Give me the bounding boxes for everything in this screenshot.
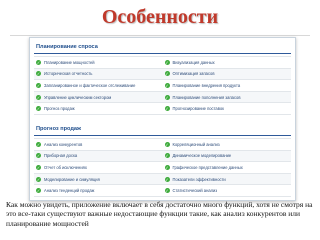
feature-item: ✓ Отчет об исключениях bbox=[34, 162, 163, 173]
feature-label: Моделирование и симуляция bbox=[44, 176, 100, 182]
forecasting-list: ✓ Анализ конкурентов ✓ Корреляционный анали… bbox=[34, 138, 291, 197]
title-divider bbox=[10, 35, 310, 36]
feature-label: Анализ конкурентов bbox=[44, 141, 83, 147]
feature-item: ✓ Историческая отчетность bbox=[34, 68, 163, 80]
feature-item: ✓ Графическое представление данных bbox=[163, 162, 292, 173]
feature-item: ✓ Планирование внедрения продукта bbox=[163, 80, 292, 91]
feature-row: ✓ Моделирование и симуляция ✓ Показатели эф… bbox=[34, 173, 291, 186]
feature-row: ✓ Отчет об исключениях ✓ Графическое предст… bbox=[34, 162, 291, 174]
feature-item: ✓ Управление циклическим сектором bbox=[34, 91, 163, 103]
feature-item: ✓ Визуализация данных bbox=[163, 57, 292, 68]
feature-label: Прогноз продаж bbox=[44, 106, 75, 112]
check-circle-icon: ✓ bbox=[36, 176, 41, 182]
check-circle-icon: ✓ bbox=[164, 164, 170, 170]
feature-label: Показатели эффективности bbox=[172, 176, 226, 182]
forecasting-divider bbox=[34, 135, 291, 136]
check-circle-icon: ✓ bbox=[164, 82, 170, 88]
feature-label: Анализ тенденций продаж bbox=[44, 188, 95, 194]
feature-label: Управление циклическим сектором bbox=[44, 94, 112, 100]
check-circle-icon: ✓ bbox=[164, 188, 170, 194]
feature-label: Прогнозирование поставок bbox=[172, 106, 224, 112]
feature-item: ✓ Прогнозирование поставок bbox=[163, 103, 292, 114]
demand-planning-divider bbox=[34, 53, 291, 54]
feature-item: ✓ Оптимизация запасов bbox=[162, 68, 291, 80]
feature-label: Статистический анализ bbox=[172, 188, 218, 194]
check-circle-icon: ✓ bbox=[164, 106, 170, 112]
feature-label: Историческая отчетность bbox=[44, 71, 93, 77]
check-circle-icon: ✓ bbox=[36, 164, 41, 170]
check-circle-icon: ✓ bbox=[164, 59, 170, 65]
feature-item: ✓ Динамическое моделирование bbox=[162, 150, 291, 162]
check-circle-icon: ✓ bbox=[164, 94, 170, 100]
feature-row: ✓ Приборная доска ✓ Динамическое моделирова… bbox=[34, 150, 291, 163]
check-circle-icon: ✓ bbox=[164, 176, 170, 182]
forecasting-title: Прогноз продаж bbox=[36, 126, 82, 132]
feature-label: Динамическое моделирование bbox=[172, 153, 232, 159]
feature-item: ✓ Планирование мощностей bbox=[34, 57, 163, 68]
check-circle-icon: ✓ bbox=[36, 188, 41, 194]
feature-label: Графическое представление данных bbox=[172, 164, 243, 170]
slide-caption: Как можно увидеть, приложение включает в… bbox=[6, 200, 313, 228]
feature-item: ✓ Моделирование и симуляция bbox=[34, 173, 163, 185]
check-circle-icon: ✓ bbox=[36, 82, 41, 88]
check-circle-icon: ✓ bbox=[36, 94, 41, 100]
check-circle-icon: ✓ bbox=[36, 106, 41, 112]
feature-row: ✓ Планирование мощностей ✓ Визуализация дан… bbox=[34, 57, 291, 69]
feature-row: ✓ Запланированное и фактическое отслежива… bbox=[34, 80, 291, 92]
feature-label: Корреляционный анализ bbox=[172, 141, 220, 147]
check-circle-icon: ✓ bbox=[36, 153, 41, 159]
feature-label: Отчет об исключениях bbox=[44, 164, 87, 170]
feature-item: ✓ Прогноз продаж bbox=[34, 103, 163, 114]
feature-item: ✓ Статистический анализ bbox=[163, 185, 292, 196]
feature-row: ✓ Прогноз продаж ✓ Прогнозирование поставок bbox=[34, 103, 291, 115]
feature-label: Приборная доска bbox=[44, 153, 78, 159]
feature-label: Оптимизация запасов bbox=[172, 71, 215, 77]
feature-item: ✓ Приборная доска bbox=[34, 150, 163, 162]
check-circle-icon: ✓ bbox=[164, 141, 170, 147]
feature-label: Планирование пополнения запасов bbox=[172, 94, 241, 100]
slide-title: Особенности bbox=[101, 6, 219, 28]
feature-label: Запланированное и фактическое отслеживан… bbox=[44, 82, 136, 88]
feature-panel: Планирование спроса ✓ Планирование мощнос… bbox=[29, 37, 296, 201]
check-circle-icon: ✓ bbox=[164, 71, 170, 77]
feature-item: ✓ Анализ тенденций продаж bbox=[34, 185, 163, 196]
feature-row: ✓ Управление циклическим сектором ✓ Планиро… bbox=[34, 91, 291, 104]
feature-item: ✓ Анализ конкурентов bbox=[34, 139, 163, 150]
feature-item: ✓ Корреляционный анализ bbox=[163, 139, 292, 150]
demand-planning-list: ✓ Планирование мощностей ✓ Визуализация дан… bbox=[34, 56, 291, 115]
feature-item: ✓ Запланированное и фактическое отслежива… bbox=[34, 80, 163, 91]
feature-item: ✓ Показатели эффективности bbox=[162, 173, 291, 185]
feature-row: ✓ Историческая отчетность ✓ Оптимизация зап… bbox=[34, 68, 291, 81]
feature-label: Планирование внедрения продукта bbox=[172, 82, 241, 88]
check-circle-icon: ✓ bbox=[36, 71, 41, 77]
check-circle-icon: ✓ bbox=[36, 141, 41, 147]
feature-row: ✓ Анализ тенденций продаж ✓ Статистический … bbox=[34, 185, 291, 197]
feature-row: ✓ Анализ конкурентов ✓ Корреляционный анали… bbox=[34, 139, 291, 151]
feature-item: ✓ Планирование пополнения запасов bbox=[162, 91, 291, 103]
demand-planning-title: Планирование спроса bbox=[36, 44, 98, 50]
feature-label: Визуализация данных bbox=[172, 59, 215, 65]
check-circle-icon: ✓ bbox=[164, 153, 170, 159]
check-circle-icon: ✓ bbox=[36, 59, 41, 65]
feature-label: Планирование мощностей bbox=[44, 59, 95, 65]
